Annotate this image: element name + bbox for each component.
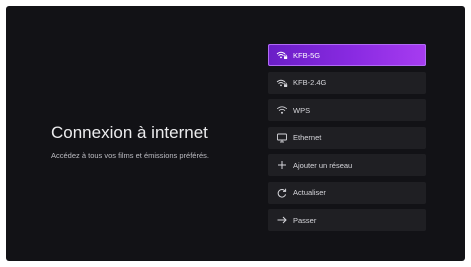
network-option-kfb-2-4g[interactable]: KFB-2.4G [268,71,426,94]
network-option-label: KFB-5G [293,50,321,60]
network-option-label: KFB-2.4G [293,78,327,87]
network-option-label: Actualiser [293,188,326,197]
wifi-icon [276,105,288,115]
network-option-label: Passer [293,215,317,225]
network-options-list: KFB-5G KFB-2.4G WPS Ethernet Ajouter un … [268,44,426,237]
network-option-label: WPS [293,105,311,115]
network-option-skip[interactable]: Passer [268,209,426,231]
network-option-label: Ajouter un réseau [293,160,353,170]
network-option-refresh[interactable]: Actualiser [268,181,426,204]
network-option-kfb-5g[interactable]: KFB-5G [268,44,426,66]
ethernet-icon [276,133,288,143]
wifi-lock-icon [276,78,288,88]
network-option-ethernet[interactable]: Ethernet [268,126,426,149]
plus-icon [276,160,288,170]
wifi-lock-icon [276,50,288,60]
network-option-wps[interactable]: WPS [268,99,426,121]
page-subtitle: Accédez à tous vos films et émissions pr… [51,151,209,160]
arrow-right-icon [276,215,288,225]
page-title: Connexion à internet [51,123,208,142]
tv-screen: Connexion à internet Accédez à tous vos … [6,6,465,261]
refresh-icon [276,188,288,198]
network-option-label: Ethernet [293,133,322,142]
network-option-add-network[interactable]: Ajouter un réseau [268,154,426,176]
